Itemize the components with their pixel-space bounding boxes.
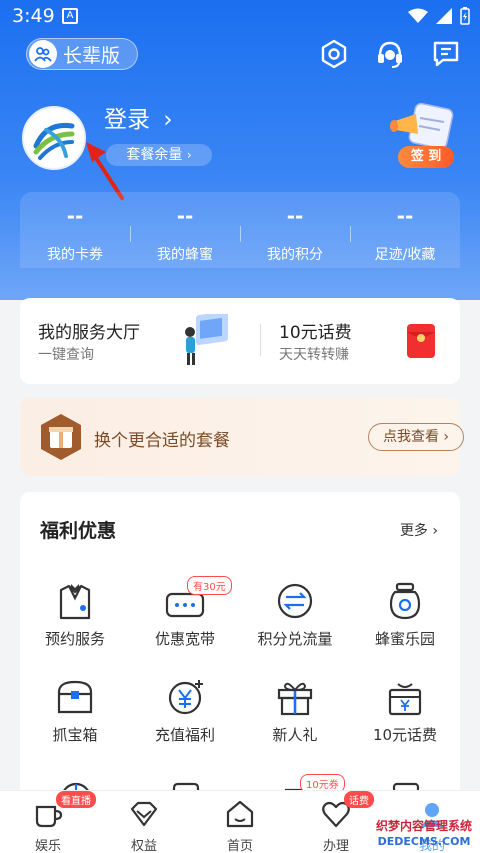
welfare-more-link[interactable]: 更多 › <box>400 520 438 540</box>
welfare-item-label: 积分兑流量 <box>257 630 333 648</box>
welfare-item-treasure-box[interactable]: 抓宝箱 <box>20 678 130 745</box>
stat-points[interactable]: -- 我的积分 <box>240 192 350 268</box>
customer-service-button[interactable] <box>374 38 406 70</box>
site-watermark: 织梦内容管理系统 DEDECMS.COM <box>372 818 476 850</box>
honey-jar-icon <box>389 582 421 620</box>
welfare-section: 福利优惠 更多 › 预约服务 有30元 优惠宽带 积分兑流量 蜂蜜乐园 抓宝箱 <box>20 492 460 802</box>
settings-button[interactable] <box>318 38 350 70</box>
phone-bill-entry[interactable]: 10元话费 天天转转赚 <box>261 298 460 384</box>
signal-icon <box>436 8 452 24</box>
chat-icon <box>433 41 459 67</box>
gift-box-icon <box>41 414 81 460</box>
tab-entertainment[interactable]: 看直播 娱乐 <box>0 791 96 853</box>
yen-gift-icon <box>388 683 422 716</box>
elder-mode-label: 长辈版 <box>63 44 121 67</box>
messages-button[interactable] <box>430 38 462 70</box>
stat-value: -- <box>286 204 304 228</box>
welfare-item-label: 充值福利 <box>154 726 215 744</box>
more-label: 更多 <box>399 523 428 539</box>
stat-coupons[interactable]: -- 我的卡券 <box>20 192 130 268</box>
phone-bill-subtitle: 天天转转赚 <box>279 347 349 363</box>
stat-label: 我的蜂蜜 <box>157 247 213 263</box>
tab-label: 娱乐 <box>34 839 61 853</box>
treasure-box-icon <box>57 680 93 714</box>
chevron-right-icon: › <box>163 107 173 133</box>
battery-icon <box>460 7 470 25</box>
watermark-line1: 织梦内容管理系统 <box>375 819 472 833</box>
stat-value: -- <box>396 204 414 228</box>
service-hall-illustration-icon <box>185 314 228 365</box>
watermark-line2: DEDECMS.COM <box>377 835 471 848</box>
elder-mode-button[interactable]: 长辈版 <box>26 38 138 70</box>
suit-icon <box>59 584 91 620</box>
welfare-item-label: 抓宝箱 <box>52 726 98 744</box>
welfare-item-label: 新人礼 <box>272 726 318 744</box>
avatar[interactable] <box>22 106 86 170</box>
view-plan-button[interactable]: 点我查看 › <box>368 423 464 451</box>
welfare-item-label: 优惠宽带 <box>154 630 215 648</box>
plan-recommend-banner[interactable]: 换个更合适的套餐 点我查看 › <box>20 398 464 476</box>
tab-benefits[interactable]: 权益 <box>96 791 192 853</box>
welfare-item-phone-bill[interactable]: 10元话费 <box>350 678 460 745</box>
stat-value: -- <box>176 204 194 228</box>
chevron-right-icon: › <box>186 148 192 162</box>
notification-icon: A <box>62 8 78 24</box>
welfare-title: 福利优惠 <box>40 520 117 542</box>
broadband-discount-tag: 有30元 <box>187 576 232 595</box>
welfare-item-points-exchange[interactable]: 积分兑流量 <box>240 582 350 649</box>
checkin-label: 签 到 <box>398 146 454 168</box>
account-stats: -- 我的卡券 -- 我的蜂蜜 -- 我的积分 -- 足迹/收藏 <box>20 192 460 268</box>
wifi-icon <box>408 8 428 23</box>
stat-label: 足迹/收藏 <box>374 247 436 263</box>
welfare-item-broadband[interactable]: 有30元 优惠宽带 <box>130 576 240 649</box>
welfare-item-recharge[interactable]: 充值福利 <box>130 678 240 745</box>
service-card: 我的服务大厅 一键查询 10元话费 天天转转赚 <box>20 298 460 384</box>
welfare-item-label: 预约服务 <box>44 630 105 648</box>
welfare-item-label: 10元话费 <box>372 726 438 744</box>
tab-label: 权益 <box>130 839 157 853</box>
status-icons <box>408 7 470 25</box>
welfare-item-honey-park[interactable]: 蜂蜜乐园 <box>350 582 460 649</box>
yen-coin-icon <box>168 680 203 715</box>
view-plan-label: 点我查看 <box>382 429 439 445</box>
stat-value: -- <box>66 204 84 228</box>
tab-home[interactable]: 首页 <box>192 791 288 853</box>
china-mobile-logo-icon <box>33 122 75 160</box>
headset-icon <box>378 41 402 68</box>
service-hall-entry[interactable]: 我的服务大厅 一键查询 <box>20 298 240 384</box>
gear-icon <box>321 39 347 69</box>
tab-label: 办理 <box>322 839 349 853</box>
tab-handle[interactable]: 话费 办理 <box>288 791 384 853</box>
chevron-right-icon: › <box>443 429 450 445</box>
elder-icon <box>29 40 57 68</box>
checkin-button[interactable]: 签 到 <box>388 100 462 170</box>
status-time: 3:49 <box>12 5 55 27</box>
welfare-item-newcomer-gift[interactable]: 新人礼 <box>240 678 350 745</box>
service-hall-title: 我的服务大厅 <box>38 323 140 343</box>
stat-label: 我的积分 <box>267 247 323 263</box>
chevron-right-icon: › <box>432 523 438 539</box>
stat-favorites[interactable]: -- 足迹/收藏 <box>350 192 460 268</box>
gift-icon <box>277 682 313 716</box>
exchange-icon <box>277 583 313 619</box>
phone-bill-title: 10元话费 <box>279 323 352 343</box>
status-bar: 3:49 A <box>0 0 480 34</box>
diamond-icon <box>130 801 158 827</box>
plan-banner-text: 换个更合适的套餐 <box>94 431 230 451</box>
tab-badge: 看直播 <box>56 791 96 808</box>
service-hall-subtitle: 一键查询 <box>38 347 94 363</box>
stat-label: 我的卡券 <box>47 247 103 263</box>
red-envelope-icon <box>407 324 435 358</box>
tab-label: 首页 <box>226 839 253 853</box>
welfare-item-reserve[interactable]: 预约服务 <box>20 582 130 649</box>
welfare-item-label: 蜂蜜乐园 <box>374 630 435 648</box>
login-label: 登录 <box>104 107 150 133</box>
login-link[interactable]: 登录 › <box>104 100 173 134</box>
tab-badge: 话费 <box>344 791 374 808</box>
home-icon <box>226 800 254 828</box>
stat-honey[interactable]: -- 我的蜂蜜 <box>130 192 240 268</box>
